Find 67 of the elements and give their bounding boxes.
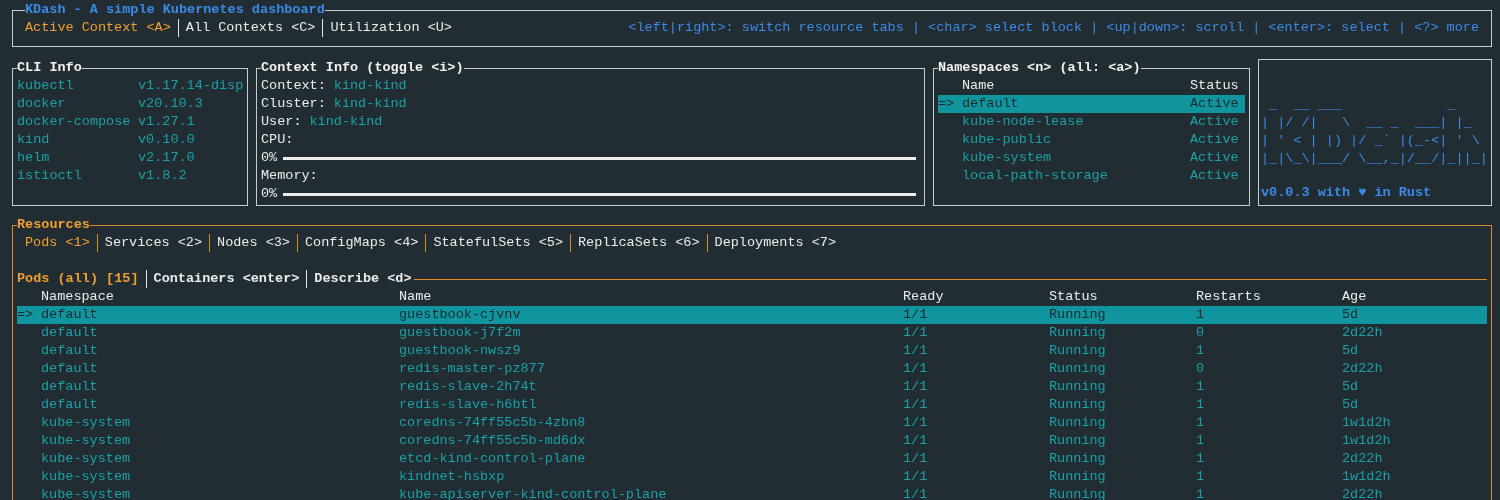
column-header: Ready bbox=[903, 288, 945, 306]
tool-version: v1.8.2 bbox=[138, 167, 187, 185]
pod-row[interactable]: default guestbook-j7f2m 1/1 Running 0 2d22h bbox=[17, 324, 1487, 342]
context-tab[interactable]: Active Context <A> bbox=[25, 19, 171, 37]
pod-row[interactable]: kube-system kube-apiserver-kind-control-plane 1/1 Running 1 2d22h bbox=[17, 486, 1487, 500]
panel-title: Resources bbox=[17, 216, 90, 234]
gauge-label: CPU: bbox=[261, 131, 295, 149]
namespace-row[interactable]: kube-public Active bbox=[938, 131, 1245, 149]
resource-tab[interactable]: ConfigMaps <4> bbox=[304, 234, 419, 252]
gauge-reading: 0% bbox=[261, 185, 278, 203]
pod-row[interactable]: default redis-slave-h6btl 1/1 Running 1 5d bbox=[17, 396, 1487, 414]
column-header: Restarts bbox=[1196, 288, 1262, 306]
resource-tab[interactable]: Nodes <3> bbox=[217, 234, 290, 252]
view-tab[interactable]: Pods (all) [15] bbox=[17, 270, 139, 288]
column-header: Name bbox=[962, 77, 996, 95]
tool-name: helm bbox=[17, 149, 51, 167]
context-tab[interactable]: All Contexts <C> bbox=[185, 19, 316, 37]
panel-title: Context Info (toggle <i>) bbox=[261, 59, 464, 77]
field-value: kind-kind bbox=[333, 95, 407, 113]
resource-tab[interactable]: ReplicaSets <6> bbox=[578, 234, 700, 252]
version-tagline: v0.0.3 with ♥ in Rust bbox=[1261, 184, 1433, 202]
resource-tab[interactable]: Services <2> bbox=[104, 234, 203, 252]
field-value: kind-kind bbox=[309, 113, 383, 131]
view-tab[interactable]: Describe <d> bbox=[314, 270, 412, 288]
pod-row[interactable]: default redis-master-pz877 1/1 Running 0 2d22h bbox=[17, 360, 1487, 378]
namespace-row[interactable]: => default Active bbox=[938, 95, 1245, 113]
resource-tab[interactable]: StatefulSets <5> bbox=[433, 234, 563, 252]
tool-name: docker-compose bbox=[17, 113, 132, 131]
column-header: Status bbox=[1190, 77, 1240, 95]
column-header: Status bbox=[1049, 288, 1099, 306]
tool-name: kind bbox=[17, 131, 51, 149]
field-label: Context: bbox=[261, 77, 326, 95]
field-label: User: bbox=[261, 113, 302, 131]
pod-row[interactable]: default redis-slave-2h74t 1/1 Running 1 5d bbox=[17, 378, 1487, 396]
field-label: Cluster: bbox=[261, 95, 326, 113]
tool-version: v1.17.14-disp bbox=[138, 77, 244, 95]
pod-row[interactable]: kube-system kindnet-hsbxp 1/1 Running 1 1w1d2h bbox=[17, 468, 1487, 486]
tool-version: v0.10.0 bbox=[138, 131, 195, 149]
keyboard-help-text: <left|right>: switch resource tabs | <char> select block | <up|down>: scroll | <enter>: select | <?> more bbox=[628, 19, 1479, 37]
tool-version: v20.10.3 bbox=[138, 95, 203, 113]
panel-title: CLI Info bbox=[17, 59, 82, 77]
tool-version: v2.17.0 bbox=[138, 149, 195, 167]
panel-title: Namespaces <n> (all: <a>) bbox=[938, 59, 1141, 77]
resource-tab[interactable]: Pods <1> bbox=[25, 234, 90, 252]
namespace-row[interactable]: kube-system Active bbox=[938, 149, 1245, 167]
gauge-reading: 0% bbox=[261, 149, 278, 167]
column-header: Name bbox=[399, 288, 433, 306]
column-header: Age bbox=[1342, 288, 1368, 306]
pod-row[interactable]: kube-system etcd-kind-control-plane 1/1 Running 1 2d22h bbox=[17, 450, 1487, 468]
pod-row[interactable]: => default guestbook-cjvnv 1/1 Running 1 5d bbox=[17, 306, 1487, 324]
app-title: KDash - A simple Kubernetes dashboard bbox=[25, 1, 325, 19]
namespace-row[interactable]: local-path-storage Active bbox=[938, 167, 1245, 185]
gauge-label: Memory: bbox=[261, 167, 319, 185]
namespace-row[interactable]: kube-node-lease Active bbox=[938, 113, 1245, 131]
field-value: kind-kind bbox=[333, 77, 407, 95]
context-tab[interactable]: Utilization <U> bbox=[330, 19, 452, 37]
pod-row[interactable]: kube-system coredns-74ff55c5b-4zbn8 1/1 Running 1 1w1d2h bbox=[17, 414, 1487, 432]
pod-row[interactable]: kube-system coredns-74ff55c5b-md6dx 1/1 Running 1 1w1d2h bbox=[17, 432, 1487, 450]
tool-name: istioctl bbox=[17, 167, 83, 185]
column-header: Namespace bbox=[41, 288, 115, 306]
ascii-logo-art: _ __ ___ _ | |/ /| \ __ _ ___| |_ | ' < | |) |/ _` |(_-<| ' \ |_|\_\|___/ \__,_|/__/|_||_| bbox=[1261, 96, 1489, 168]
pod-row[interactable]: default guestbook-nwsz9 1/1 Running 1 5d bbox=[17, 342, 1487, 360]
tool-name: kubectl bbox=[17, 77, 75, 95]
tool-version: v1.27.1 bbox=[138, 113, 195, 131]
tool-name: docker bbox=[17, 95, 67, 113]
view-tab[interactable]: Containers <enter> bbox=[153, 270, 300, 288]
resource-tab[interactable]: Deployments <7> bbox=[714, 234, 837, 252]
